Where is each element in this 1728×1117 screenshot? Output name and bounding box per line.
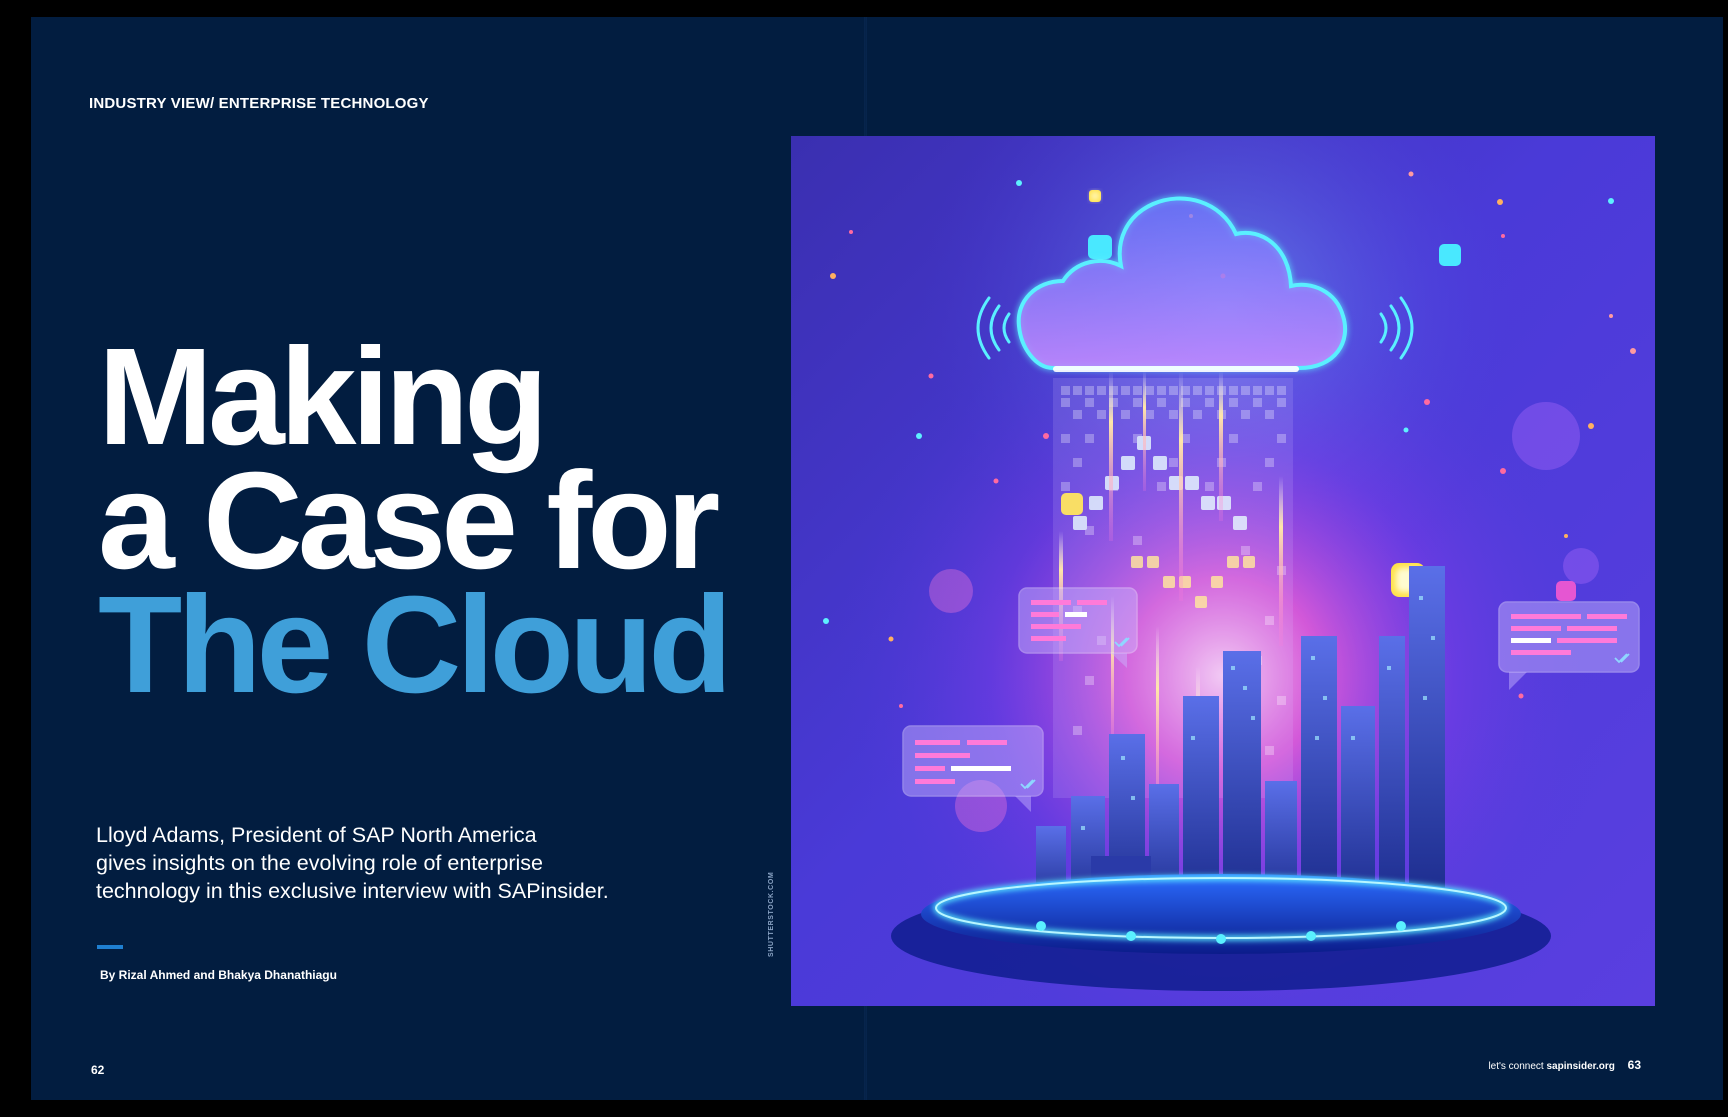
deck-line-1: Lloyd Adams, President of SAP North Amer… bbox=[96, 823, 537, 847]
article-deck: Lloyd Adams, President of SAP North Amer… bbox=[96, 821, 716, 905]
image-credit: SHUTTERSTOCK.COM bbox=[768, 871, 775, 957]
article-headline: Making a Case for The Cloud bbox=[98, 320, 733, 722]
headline-line-2: a Case for bbox=[98, 444, 720, 598]
section-kicker: INDUSTRY VIEW/ ENTERPRISE TECHNOLOGY bbox=[89, 95, 429, 112]
magazine-spread: INDUSTRY VIEW/ ENTERPRISE TECHNOLOGY Mak… bbox=[31, 17, 1723, 1100]
deck-line-3: technology in this exclusive interview w… bbox=[96, 879, 609, 903]
byline: By Rizal Ahmed and Bhakya Dhanathiagu bbox=[100, 968, 337, 982]
accent-rule bbox=[97, 945, 123, 949]
hero-illustration bbox=[791, 136, 1655, 1006]
headline-line-3: The Cloud bbox=[98, 568, 733, 722]
deck-line-2: gives insights on the evolving role of e… bbox=[96, 851, 543, 875]
footer-site: sapinsider.org bbox=[1546, 1061, 1615, 1072]
page-number-left: 62 bbox=[91, 1063, 105, 1077]
platform bbox=[891, 874, 1551, 991]
footer-right: let's connect sapinsider.org 63 bbox=[1488, 1058, 1641, 1072]
page-number-right: 63 bbox=[1627, 1058, 1641, 1072]
footer-prefix: let's connect bbox=[1488, 1061, 1544, 1072]
headline-line-1: Making bbox=[98, 320, 548, 474]
